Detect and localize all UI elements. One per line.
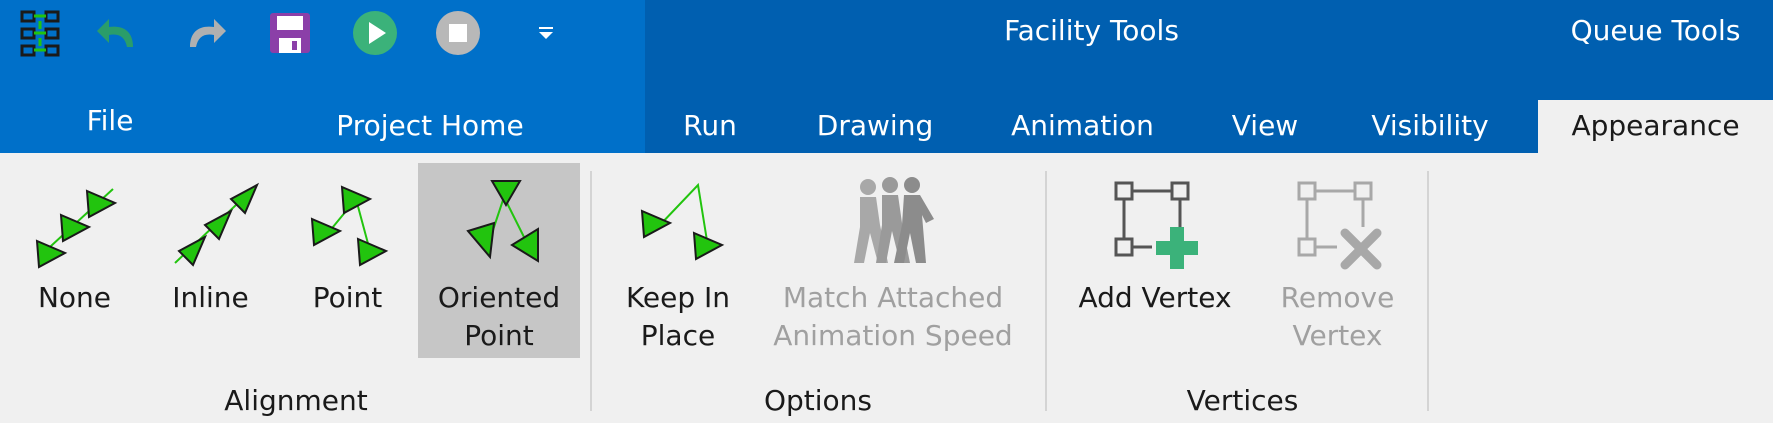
alignment-inline-icon: [148, 163, 273, 279]
keep-in-place-icon: [608, 163, 748, 279]
run-icon[interactable]: [345, 6, 405, 60]
tab-animation[interactable]: Animation: [995, 100, 1170, 153]
group-separator: [1045, 171, 1047, 411]
match-animation-speed-label: Match Attached Animation Speed: [773, 281, 1013, 352]
tab-project-home[interactable]: Project Home: [310, 100, 550, 153]
options-group-label: Options: [763, 384, 873, 417]
group-separator: [590, 171, 592, 411]
tab-visibility[interactable]: Visibility: [1355, 100, 1505, 153]
match-animation-speed-button[interactable]: Match Attached Animation Speed: [758, 163, 1028, 358]
ribbon-panel: None Inline Point Oriented Point Alignme…: [0, 153, 1773, 423]
tab-run[interactable]: Run: [660, 100, 760, 153]
undo-icon[interactable]: [88, 6, 148, 60]
alignment-oriented-point-icon: [418, 163, 580, 279]
alignment-inline-label: Inline: [172, 281, 249, 314]
queue-tools-title: Queue Tools: [1570, 14, 1741, 47]
alignment-group-label: Alignment: [224, 384, 368, 417]
save-icon[interactable]: [260, 6, 320, 60]
vertices-group-label: Vertices: [1186, 384, 1299, 417]
alignment-inline-button[interactable]: Inline: [148, 163, 273, 358]
group-separator: [1427, 171, 1429, 411]
add-vertex-label: Add Vertex: [1078, 281, 1232, 314]
remove-vertex-button[interactable]: Remove Vertex: [1255, 163, 1420, 358]
alignment-point-icon: [285, 163, 410, 279]
alignment-point-label: Point: [312, 281, 383, 314]
tab-view[interactable]: View: [1215, 100, 1315, 153]
tab-drawing[interactable]: Drawing: [800, 100, 950, 153]
alignment-none-icon: [12, 163, 137, 279]
remove-vertex-icon: [1255, 163, 1420, 279]
facility-tools-title: Facility Tools: [1004, 14, 1179, 47]
alignment-none-button[interactable]: None: [12, 163, 137, 358]
walking-people-icon: [758, 163, 1028, 279]
app-logo-icon[interactable]: [10, 6, 70, 60]
redo-icon[interactable]: [175, 6, 235, 60]
add-vertex-icon: [1065, 163, 1245, 279]
alignment-oriented-point-label: Oriented Point: [437, 281, 561, 352]
alignment-point-button[interactable]: Point: [285, 163, 410, 358]
keep-in-place-label: Keep In Place: [625, 281, 731, 352]
keep-in-place-button[interactable]: Keep In Place: [608, 163, 748, 358]
customize-dropdown-icon[interactable]: [528, 6, 564, 60]
stop-icon[interactable]: [428, 6, 488, 60]
add-vertex-button[interactable]: Add Vertex: [1065, 163, 1245, 358]
alignment-oriented-point-button[interactable]: Oriented Point: [418, 163, 580, 358]
tab-appearance[interactable]: Appearance: [1538, 100, 1773, 153]
alignment-none-label: None: [37, 281, 112, 314]
remove-vertex-label: Remove Vertex: [1280, 281, 1395, 352]
tab-file[interactable]: File: [40, 95, 180, 148]
